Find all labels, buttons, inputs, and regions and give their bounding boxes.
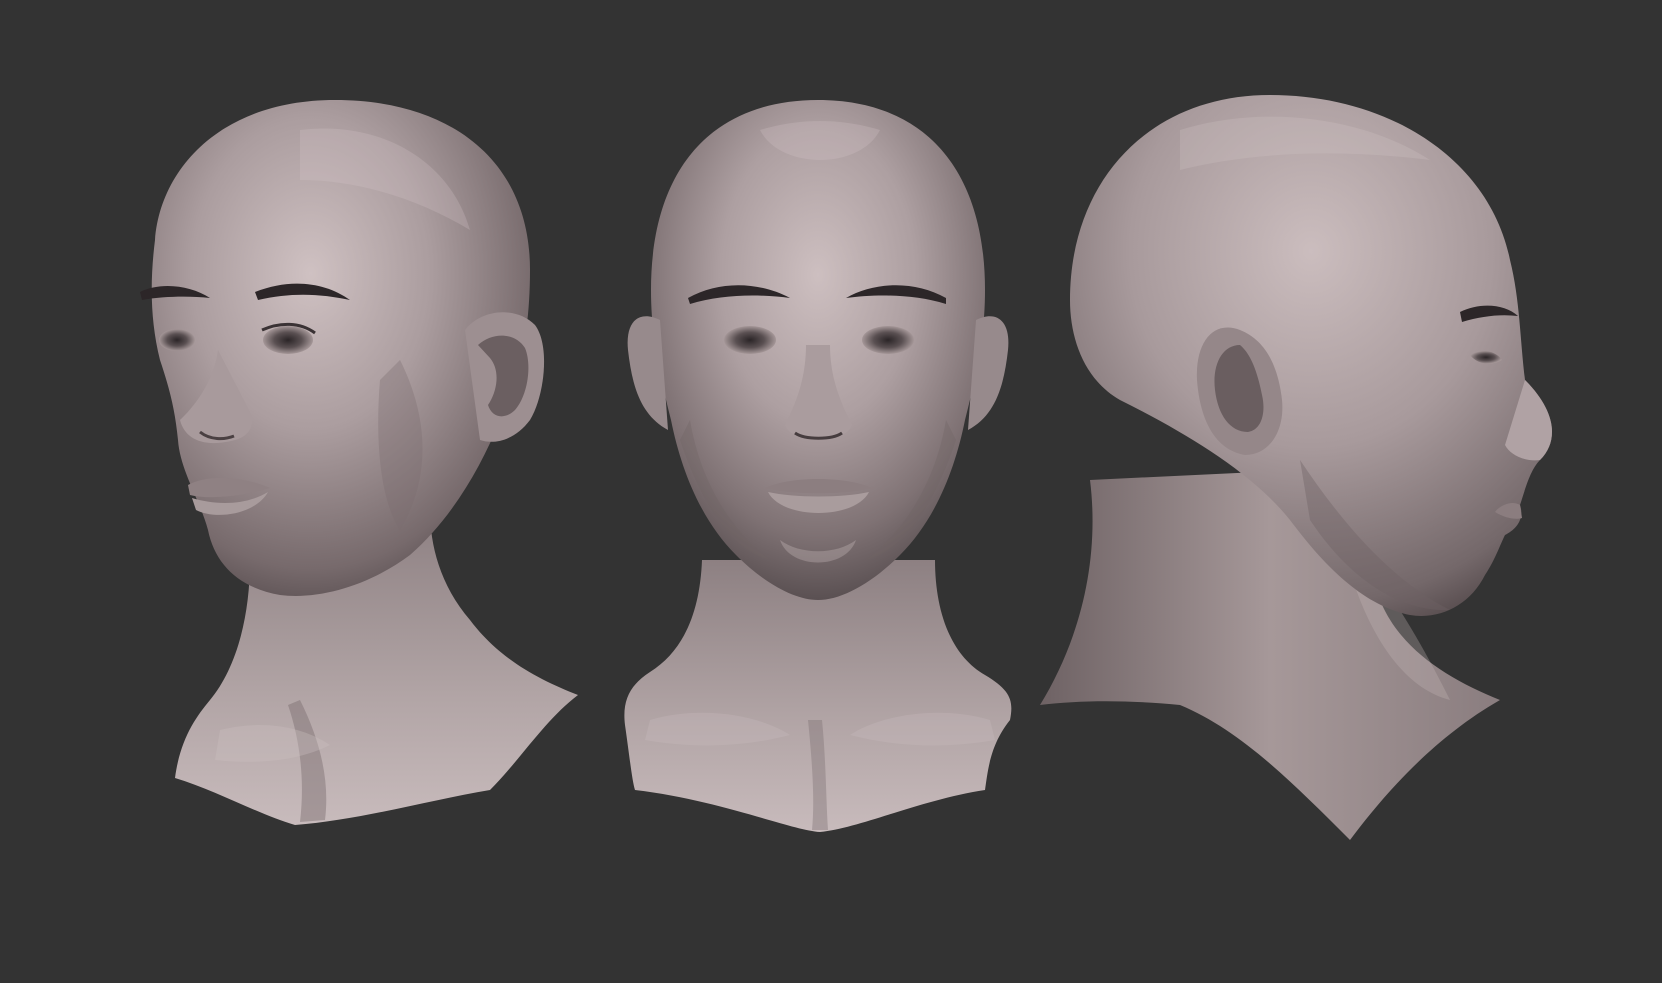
eye-right-front [862, 326, 914, 354]
eye-left-front [724, 326, 776, 354]
sculpt-viewport[interactable] [0, 0, 1662, 983]
eye-left-three-quarter [159, 329, 195, 351]
head-turnaround-render [0, 0, 1662, 983]
